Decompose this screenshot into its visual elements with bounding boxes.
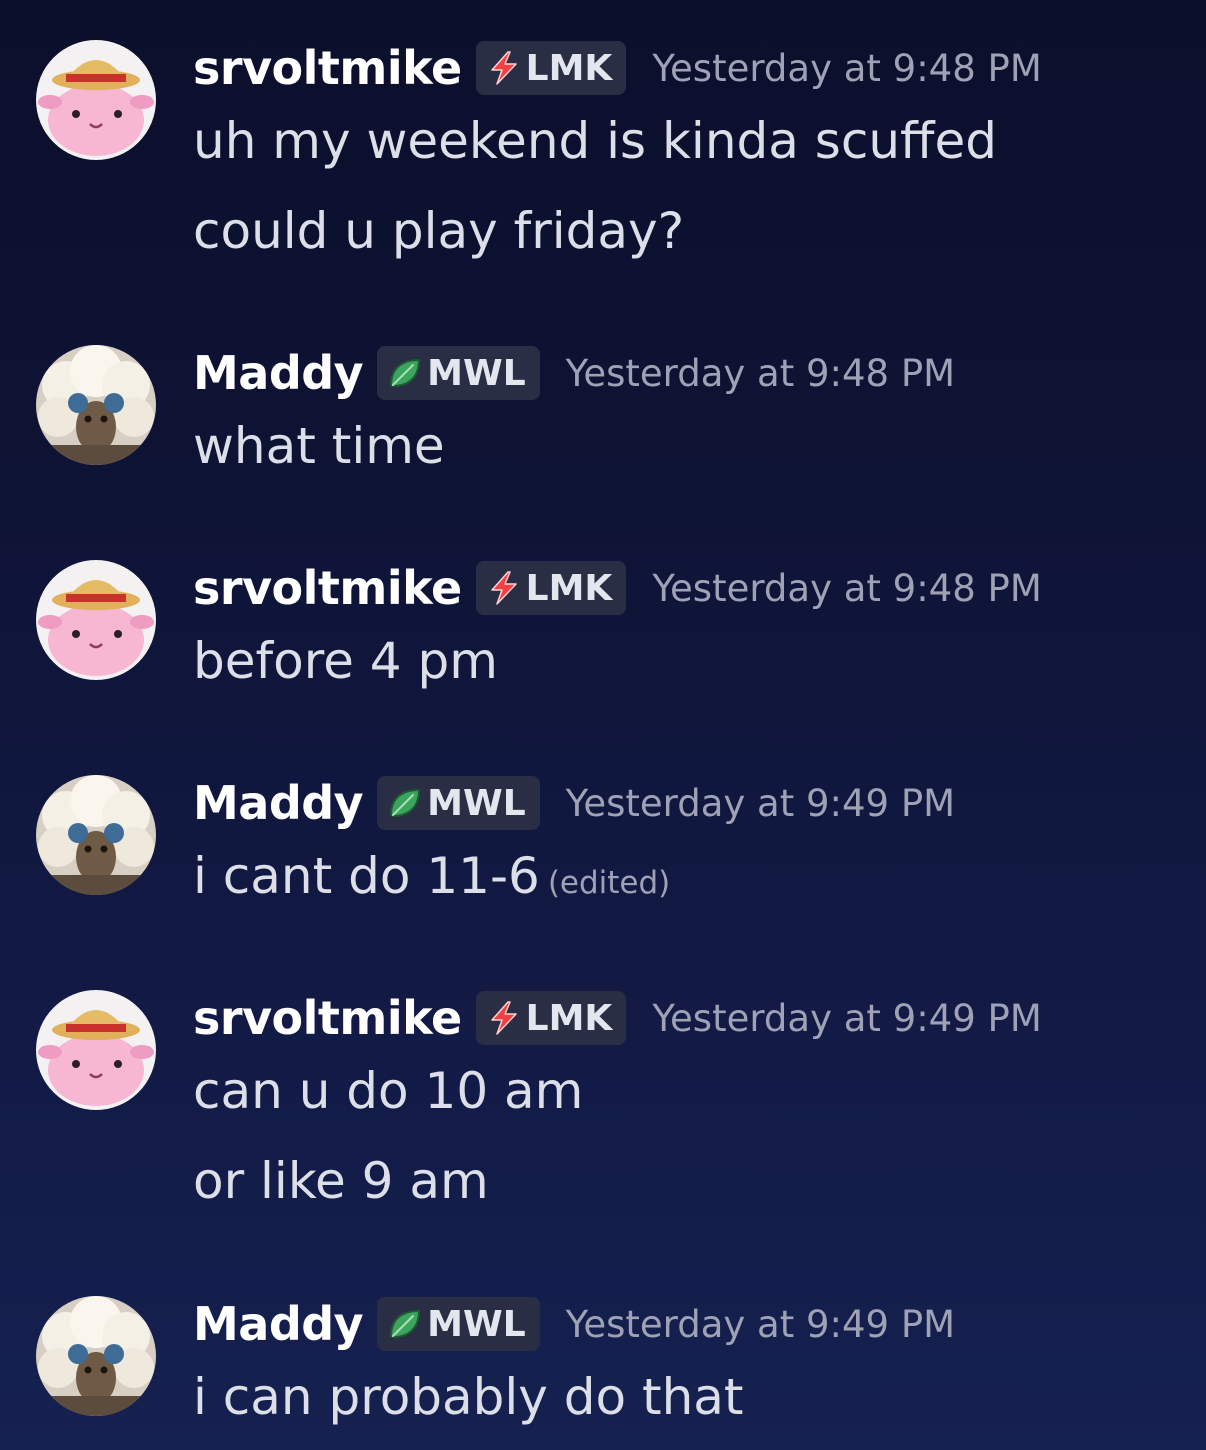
leaf-icon xyxy=(387,785,423,821)
username[interactable]: Maddy xyxy=(193,346,364,400)
message-text: can u do 10 am xyxy=(193,1062,584,1120)
username[interactable]: Maddy xyxy=(193,776,364,830)
message-header: srvoltmike LMK Yesterday at 9:49 PM xyxy=(193,990,1042,1046)
tag-text: LMK xyxy=(525,567,613,609)
username[interactable]: srvoltmike xyxy=(193,991,462,1045)
server-tag[interactable]: LMK xyxy=(475,41,627,95)
avatar[interactable] xyxy=(36,560,156,680)
tag-text: LMK xyxy=(525,47,613,89)
timestamp[interactable]: Yesterday at 9:48 PM xyxy=(652,567,1041,610)
tag-text: MWL xyxy=(427,1303,526,1345)
timestamp[interactable]: Yesterday at 9:49 PM xyxy=(652,997,1041,1040)
message-text: could u play friday? xyxy=(193,202,685,260)
server-tag[interactable]: LMK xyxy=(475,991,627,1045)
axolotl-avatar-icon xyxy=(36,40,156,160)
avatar[interactable] xyxy=(36,345,156,465)
server-tag[interactable]: MWL xyxy=(377,346,540,400)
tag-text: LMK xyxy=(525,997,613,1039)
server-tag[interactable]: MWL xyxy=(377,776,540,830)
axolotl-avatar-icon xyxy=(36,990,156,1110)
message-header: Maddy MWL Yesterday at 9:48 PM xyxy=(193,345,955,401)
message-text: i can probably do that xyxy=(193,1368,744,1426)
timestamp[interactable]: Yesterday at 9:49 PM xyxy=(566,782,955,825)
whimsicott-avatar-icon xyxy=(36,345,156,465)
message-header: srvoltmike LMK Yesterday at 9:48 PM xyxy=(193,560,1042,616)
message-text: what time xyxy=(193,417,445,475)
lightning-bolt-icon xyxy=(486,570,522,606)
message-header: Maddy MWL Yesterday at 9:49 PM xyxy=(193,1296,955,1352)
server-tag[interactable]: MWL xyxy=(377,1297,540,1351)
avatar[interactable] xyxy=(36,990,156,1110)
message-text: or like 9 am xyxy=(193,1152,489,1210)
timestamp[interactable]: Yesterday at 9:49 PM xyxy=(566,1303,955,1346)
whimsicott-avatar-icon xyxy=(36,1296,156,1416)
timestamp[interactable]: Yesterday at 9:48 PM xyxy=(652,47,1041,90)
timestamp[interactable]: Yesterday at 9:48 PM xyxy=(566,352,955,395)
username[interactable]: srvoltmike xyxy=(193,41,462,95)
message-text-row: i cant do 11-6 (edited) xyxy=(193,847,670,905)
message-header: srvoltmike LMK Yesterday at 9:48 PM xyxy=(193,40,1042,96)
avatar[interactable] xyxy=(36,1296,156,1416)
message-header: Maddy MWL Yesterday at 9:49 PM xyxy=(193,775,955,831)
lightning-bolt-icon xyxy=(486,1000,522,1036)
message-text: before 4 pm xyxy=(193,632,498,690)
tag-text: MWL xyxy=(427,782,526,824)
whimsicott-avatar-icon xyxy=(36,775,156,895)
username[interactable]: srvoltmike xyxy=(193,561,462,615)
avatar[interactable] xyxy=(36,40,156,160)
edited-label: (edited) xyxy=(547,865,671,901)
message-text: uh my weekend is kinda scuffed xyxy=(193,112,997,170)
avatar[interactable] xyxy=(36,775,156,895)
lightning-bolt-icon xyxy=(486,50,522,86)
tag-text: MWL xyxy=(427,352,526,394)
leaf-icon xyxy=(387,1306,423,1342)
server-tag[interactable]: LMK xyxy=(475,561,627,615)
leaf-icon xyxy=(387,355,423,391)
username[interactable]: Maddy xyxy=(193,1297,364,1351)
message-text: i cant do 11-6 xyxy=(193,847,540,905)
axolotl-avatar-icon xyxy=(36,560,156,680)
